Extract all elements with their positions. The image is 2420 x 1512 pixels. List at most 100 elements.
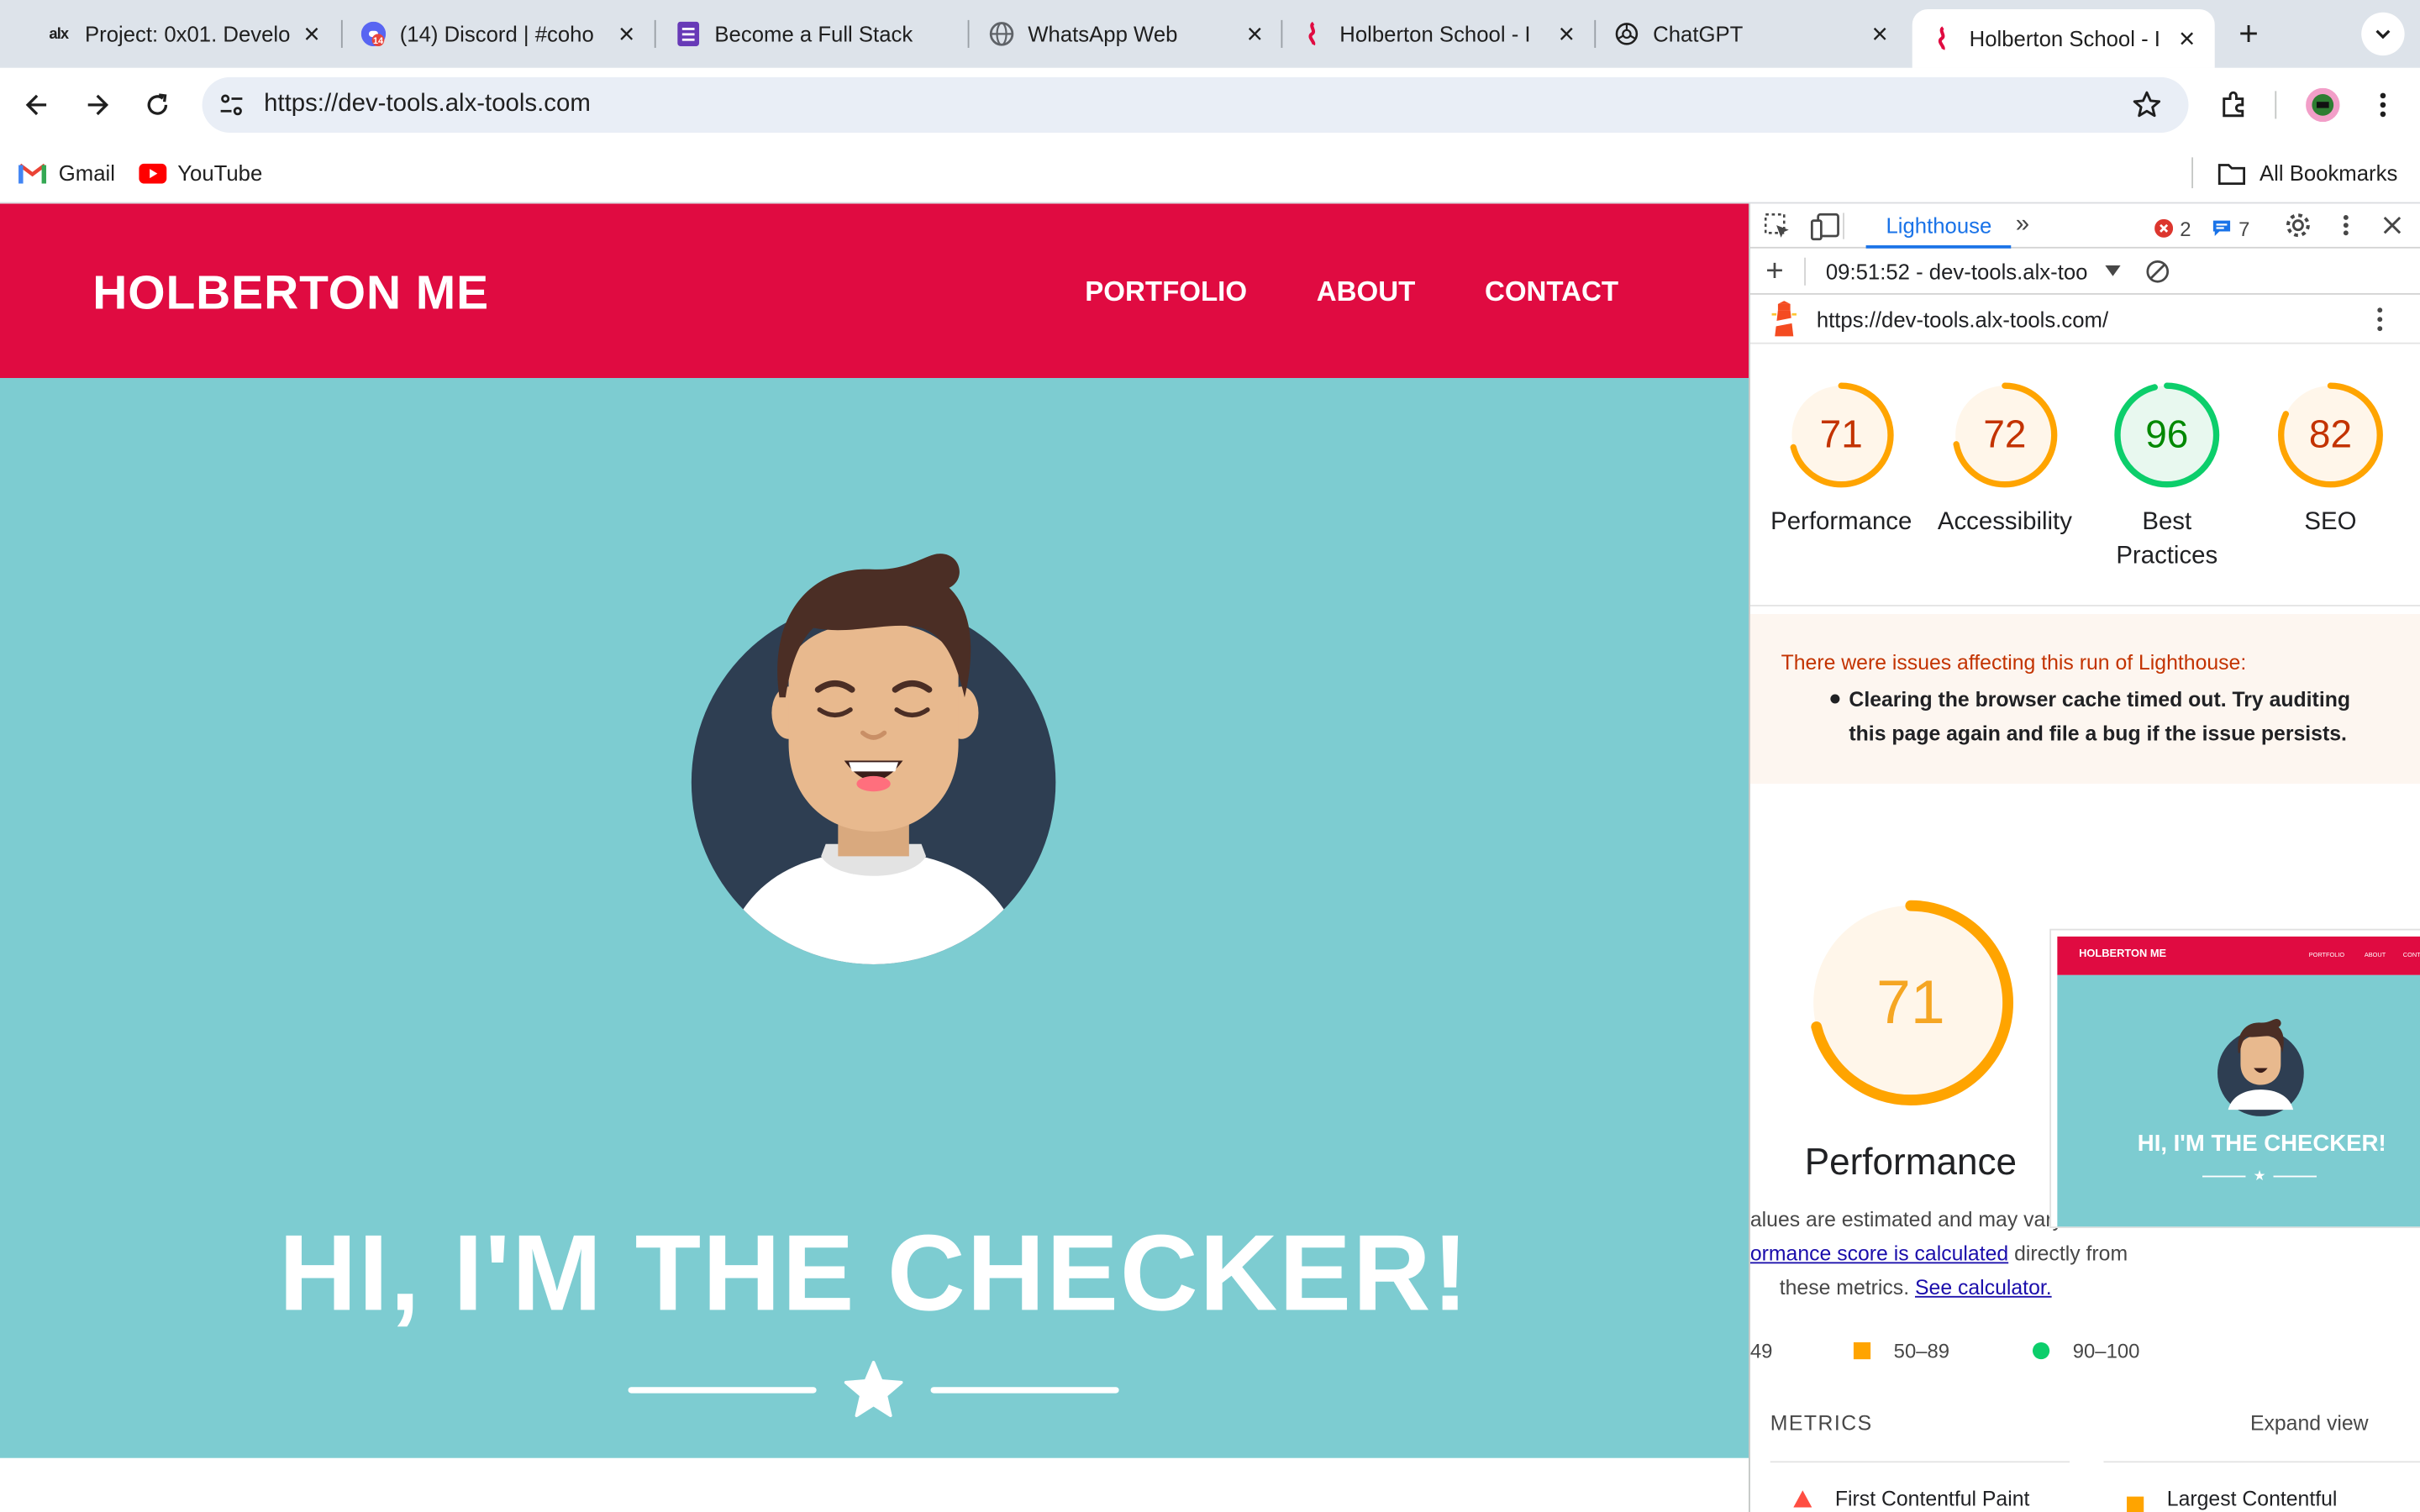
dropdown-arrow-icon[interactable]	[2105, 265, 2121, 278]
gauge-performance[interactable]: 71	[1787, 381, 1896, 490]
close-tab-icon[interactable]: ×	[299, 18, 324, 49]
nav-about[interactable]: ABOUT	[1317, 276, 1416, 309]
bookmark-youtube[interactable]: YouTube	[139, 159, 262, 186]
tab-lighthouse[interactable]: Lighthouse	[1865, 203, 2012, 249]
all-bookmarks-label: All Bookmarks	[2259, 160, 2398, 186]
toolbar-separator	[2275, 91, 2277, 119]
site-info-icon[interactable]	[218, 91, 245, 126]
tab-holberton-active[interactable]: Holberton School - I ×	[1912, 9, 2215, 68]
tab-title: WhatsApp Web	[1028, 21, 1178, 47]
gauge-value: 96	[2145, 413, 2189, 457]
legend-pass-circle	[2032, 1341, 2050, 1360]
star-icon	[844, 1361, 903, 1418]
nav-contact[interactable]: CONTACT	[1485, 276, 1618, 309]
see-calculator-link[interactable]: See calculator.	[1915, 1276, 2052, 1299]
thumb-divider	[2202, 1175, 2246, 1178]
extensions-button[interactable]	[2215, 87, 2252, 123]
legend-average-range: 50–89	[1893, 1339, 1950, 1362]
gauge-seo[interactable]: 82	[2276, 381, 2385, 490]
bookmark-gmail[interactable]: Gmail	[18, 159, 115, 186]
close-devtools-icon[interactable]	[2380, 213, 2404, 245]
tab-chatgpt[interactable]: ChatGPT ×	[1614, 11, 1892, 57]
report-selector[interactable]: 09:51:52 - dev-tools.alx-too	[1826, 260, 2088, 284]
error-icon	[2154, 218, 2174, 238]
forward-button[interactable]	[79, 87, 116, 123]
close-tab-icon[interactable]: ×	[2175, 23, 2199, 54]
lighthouse-toolbar: + 09:51:52 - dev-tools.alx-too	[1749, 249, 2420, 295]
bullet-icon	[1830, 694, 1840, 704]
issues-warning-box: There were issues affecting this run of …	[1749, 614, 2420, 785]
device-toolbar-icon[interactable]	[1810, 213, 1841, 248]
tab-title: ChatGPT	[1653, 21, 1744, 47]
gauge-value: 72	[1983, 413, 2027, 457]
back-button[interactable]	[18, 87, 55, 123]
devtools-more-icon[interactable]	[2333, 213, 2358, 245]
close-tab-icon[interactable]: ×	[1555, 18, 1579, 49]
close-tab-icon[interactable]: ×	[614, 18, 639, 49]
forms-icon	[676, 21, 700, 47]
bookmarks-bar: Gmail YouTube All Bookmarks	[0, 141, 2420, 204]
tab-discord[interactable]: 14 (14) Discord | #coho ×	[360, 11, 639, 57]
gauge-value: 82	[2308, 413, 2353, 457]
site-brand[interactable]: HOLBERTON ME	[92, 265, 489, 321]
all-bookmarks[interactable]: All Bookmarks	[2217, 159, 2397, 186]
tab-full-stack[interactable]: Become a Full Stack ×	[676, 11, 954, 57]
error-count[interactable]: 2	[2154, 216, 2191, 244]
thumb-star-icon: ★	[2253, 1168, 2266, 1184]
score-calculation-link[interactable]: ormance score is calculated	[1750, 1242, 2008, 1266]
gauge-accessibility[interactable]: 72	[1951, 381, 2060, 490]
arrow-left-icon	[25, 94, 47, 116]
tab-search-button[interactable]	[2361, 12, 2405, 56]
legend-average-square	[1853, 1341, 1871, 1360]
nav-portfolio[interactable]: PORTFOLIO	[1085, 276, 1247, 309]
tab-separator	[340, 19, 343, 48]
tab-alx-project[interactable]: alx Project: 0x01. Develo ×	[46, 11, 324, 57]
gauge-label: Performance	[1770, 509, 1912, 536]
report-url[interactable]: https://dev-tools.alx-tools.com/	[1817, 307, 2108, 332]
reload-icon	[147, 93, 168, 115]
metrics-divider	[1770, 1461, 2070, 1463]
new-tab-button[interactable]: +	[2232, 16, 2265, 50]
tab-separator	[1281, 19, 1283, 48]
gauge-label: Best Practices	[2116, 509, 2218, 570]
site-header: HOLBERTON ME PORTFOLIO ABOUT CONTACT	[0, 203, 1749, 379]
thumb-avatar	[2217, 1019, 2304, 1116]
arrow-right-icon	[87, 94, 109, 116]
more-vert-icon	[2380, 92, 2386, 118]
clear-icon[interactable]	[2145, 260, 2170, 284]
perf-note-text: alues are estimated and may vary. T	[1749, 1208, 2086, 1231]
address-bar[interactable]: https://dev-tools.alx-tools.com	[202, 76, 2189, 133]
tab-holberton-1[interactable]: Holberton School - I ×	[1301, 11, 1579, 57]
tab-title: Project: 0x01. Develo	[85, 21, 291, 47]
gauge-best-practices[interactable]: 96	[2112, 381, 2221, 490]
tab-whatsapp[interactable]: WhatsApp Web ×	[989, 11, 1267, 57]
url-text[interactable]: https://dev-tools.alx-tools.com	[264, 91, 591, 118]
settings-gear-icon[interactable]	[2284, 212, 2312, 247]
holberton-icon	[1931, 26, 1955, 50]
gauge-value: 71	[1819, 413, 1863, 457]
report-menu-icon[interactable]	[2368, 306, 2392, 333]
toolbar-separator	[1843, 213, 1844, 239]
alx-logo-icon: alx	[49, 25, 69, 43]
expand-view-toggle[interactable]: Expand view	[2250, 1412, 2369, 1436]
gauge-label: Accessibility	[1937, 509, 2072, 536]
new-report-icon[interactable]: +	[1765, 256, 1783, 287]
more-tabs-icon[interactable]: »	[2016, 212, 2029, 239]
youtube-icon	[139, 162, 167, 183]
bookmark-star-icon[interactable]	[2132, 90, 2163, 129]
message-count[interactable]: 7	[2212, 216, 2249, 244]
tab-title: Holberton School - I	[1969, 26, 2160, 51]
close-tab-icon[interactable]: ×	[1243, 18, 1267, 49]
perf-note-line-2: ormance score is calculated directly fro…	[1750, 1242, 2128, 1266]
thumb-nav: CONTACT	[2402, 950, 2420, 958]
close-tab-icon[interactable]: ×	[1867, 18, 1891, 49]
perf-note-text: these metrics.	[1779, 1275, 1915, 1299]
inspect-element-icon[interactable]	[1764, 213, 1791, 248]
bookmarks-separator	[2191, 157, 2194, 189]
hero-title: HI, I'M THE CHECKER!	[278, 1212, 1470, 1333]
gmail-icon	[18, 161, 47, 184]
reload-button[interactable]	[139, 87, 176, 123]
profile-avatar[interactable]	[2304, 87, 2341, 123]
metrics-divider	[2103, 1461, 2420, 1463]
browser-menu-button[interactable]	[2365, 87, 2402, 123]
